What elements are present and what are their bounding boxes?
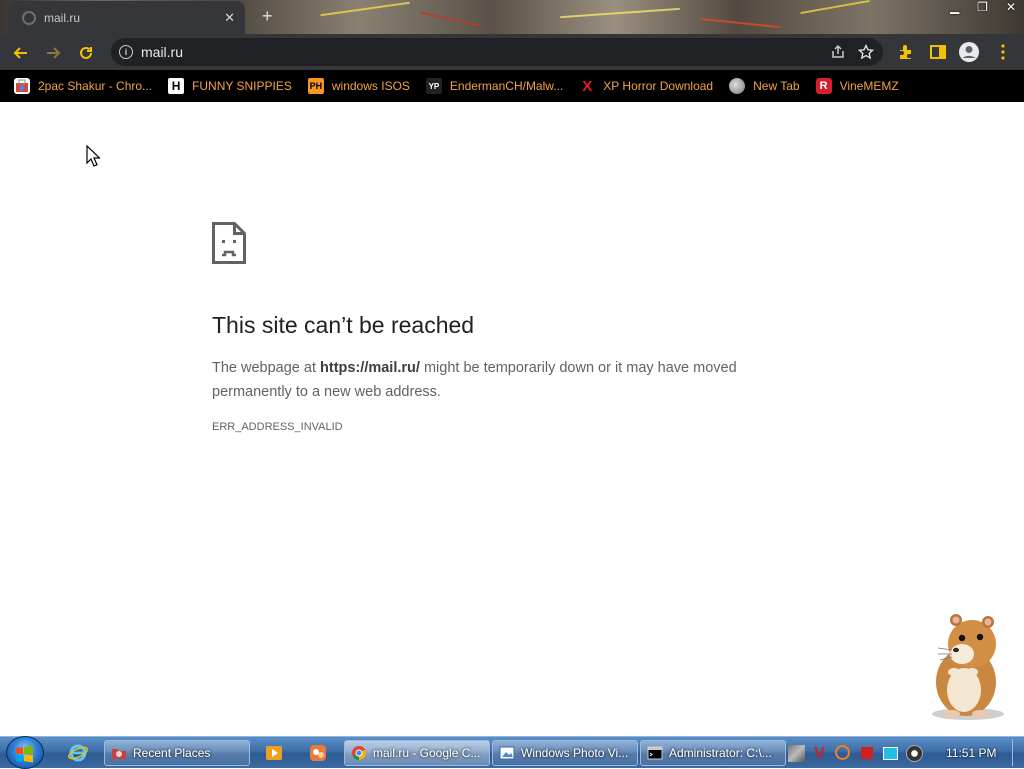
site-info-icon[interactable]: i [119, 45, 133, 59]
taskbar-button-label: Administrator: C:\... [669, 746, 772, 760]
bookmark-item[interactable]: X XP Horror Download [579, 77, 714, 95]
window-controls: ▁ ❐ ✕ [950, 0, 1016, 14]
chrome-webstore-icon [14, 78, 30, 94]
tray-volume-icon[interactable] [906, 744, 923, 762]
back-button[interactable] [10, 42, 32, 64]
hamster-mascot-icon [932, 614, 1004, 720]
forward-button[interactable] [42, 42, 64, 64]
bookmark-label: New Tab [753, 79, 800, 93]
page-content: This site can’t be reached The webpage a… [0, 102, 1024, 736]
taskbar-button-label: Recent Places [133, 746, 211, 760]
taskbar-button[interactable]: Administrator: C:\... [640, 740, 786, 766]
menu-dots-icon[interactable] [992, 41, 1014, 63]
ph-icon: PH [307, 78, 324, 94]
address-bar-url[interactable]: mail.ru [141, 44, 827, 60]
tray-search-icon[interactable] [835, 744, 850, 760]
bookmark-item[interactable]: R VineMEMZ [815, 78, 899, 94]
theme-streak [800, 0, 870, 15]
bookmark-label: FUNNY SNIPPIES [192, 79, 292, 93]
chrome-icon [352, 746, 366, 760]
windows-logo-icon [16, 745, 33, 763]
extensions-icon[interactable] [895, 41, 917, 63]
start-button[interactable] [6, 736, 44, 769]
bookmark-label: XP Horror Download [603, 79, 714, 93]
tray-app-icon[interactable] [788, 744, 805, 762]
theme-streak [700, 17, 780, 29]
error-description: The webpage at https://mail.ru/ might be… [212, 356, 782, 404]
sad-document-icon [212, 222, 246, 264]
new-tab-button[interactable]: + [262, 6, 273, 27]
taskbar-button-label: mail.ru - Google C... [373, 746, 481, 760]
app-launcher-icon[interactable] [306, 741, 330, 765]
reload-button[interactable] [75, 42, 97, 64]
close-window-button[interactable]: ✕ [1006, 0, 1016, 14]
bookmark-label: EndermanCH/Malw... [449, 79, 564, 93]
bookmark-item[interactable]: H FUNNY SNIPPIES [168, 78, 292, 94]
taskbar-button[interactable]: Recent Places [104, 740, 250, 766]
reload-icon [80, 46, 92, 59]
tab-favicon-icon [22, 10, 36, 25]
tab-close-icon[interactable]: ✕ [224, 10, 235, 26]
address-bar[interactable]: i mail.ru [111, 38, 883, 66]
show-desktop-button[interactable] [1012, 739, 1023, 766]
tab-strip: mail.ru ✕ + ▁ ❐ ✕ [0, 0, 1024, 34]
error-code: ERR_ADDRESS_INVALID [212, 421, 343, 433]
cmd-icon [647, 746, 663, 760]
error-url: https://mail.ru/ [320, 360, 420, 376]
tab-title: mail.ru [44, 10, 81, 25]
media-player-icon[interactable] [262, 741, 286, 765]
side-panel-icon[interactable] [927, 41, 949, 63]
theme-streak [320, 1, 410, 17]
photo-viewer-icon [499, 746, 515, 760]
tray-flag-icon[interactable] [861, 747, 873, 759]
theme-streak [420, 11, 480, 27]
tray-monitor-icon[interactable] [883, 746, 898, 760]
taskbar-button-label: Windows Photo Vi... [521, 746, 629, 760]
share-icon[interactable] [827, 41, 849, 63]
minimize-button[interactable]: ▁ [950, 0, 959, 14]
bookmarks-bar: 2pac Shakur - Chro... H FUNNY SNIPPIES P… [0, 70, 1024, 102]
back-arrow-icon [13, 47, 27, 59]
bookmark-item[interactable]: 2pac Shakur - Chro... [14, 78, 152, 94]
taskbar-button[interactable]: Windows Photo Vi... [492, 740, 638, 766]
error-title: This site can’t be reached [212, 312, 475, 338]
bookmark-item[interactable]: YP EndermanCH/Malw... [425, 78, 564, 94]
forward-arrow-icon [47, 47, 61, 59]
bookmark-label: VineMEMZ [839, 79, 899, 93]
internet-explorer-icon[interactable] [66, 741, 90, 765]
globe-icon [729, 78, 746, 94]
taskbar-clock[interactable]: 11:51 PM [946, 746, 996, 760]
bookmark-label: windows ISOS [331, 79, 410, 93]
bookmark-item[interactable]: PH windows ISOS [307, 78, 410, 94]
tray-v-icon[interactable]: V [811, 745, 828, 762]
r-icon: R [815, 78, 832, 94]
windows-taskbar: Recent Places mail.ru - Google C... Wind… [0, 736, 1024, 769]
theme-streak [560, 7, 680, 19]
restore-button[interactable]: ❐ [977, 0, 988, 14]
profile-avatar-icon[interactable] [958, 41, 980, 63]
x-icon: X [582, 77, 593, 95]
h-letter-icon: H [168, 78, 185, 94]
browser-toolbar: i mail.ru [0, 34, 1024, 70]
bookmark-item[interactable]: New Tab [729, 78, 800, 94]
bookmark-label: 2pac Shakur - Chro... [38, 79, 153, 93]
yp-icon: YP [425, 78, 442, 94]
error-text-before: The webpage at [212, 360, 321, 376]
taskbar-button[interactable]: mail.ru - Google C... [344, 740, 490, 766]
active-tab[interactable]: mail.ru ✕ [8, 1, 245, 34]
mouse-cursor-icon [86, 145, 100, 167]
bookmark-star-icon[interactable] [855, 41, 877, 63]
folder-icon [112, 749, 126, 759]
system-tray: V [788, 739, 923, 767]
